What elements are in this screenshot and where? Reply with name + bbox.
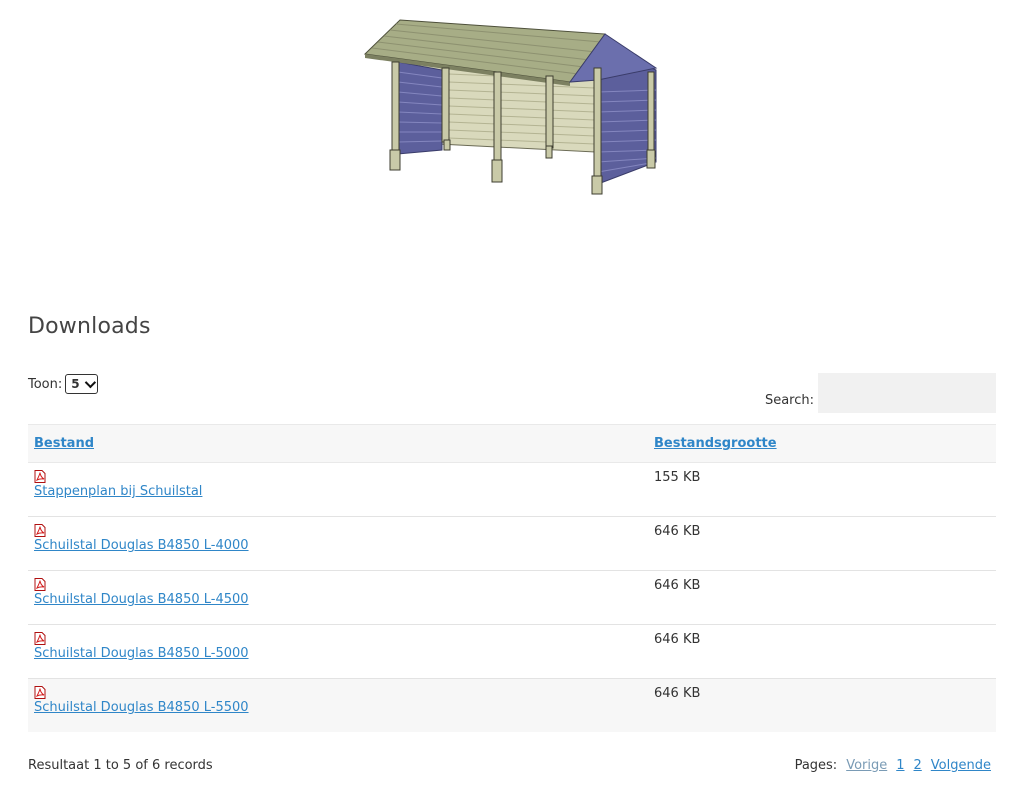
table-row: Schuilstal Douglas B4850 L-4000 646 KB	[28, 516, 996, 571]
file-size: 155 KB	[654, 470, 701, 485]
size-cell: 646 KB	[648, 678, 996, 732]
page-size-value: 5	[71, 377, 80, 391]
pdf-icon[interactable]	[34, 470, 46, 483]
pdf-icon[interactable]	[34, 686, 46, 699]
chevron-down-icon	[84, 376, 96, 389]
file-cell: Schuilstal Douglas B4850 L-4000	[28, 516, 648, 571]
table-row: Stappenplan bij Schuilstal 155 KB	[28, 462, 996, 517]
page-1-link[interactable]: 1	[896, 758, 904, 773]
downloads-table: Bestand Bestandsgrootte Stappenplan bij …	[28, 424, 996, 732]
file-size: 646 KB	[654, 578, 701, 593]
sort-link-bestand[interactable]: Bestand	[34, 436, 94, 451]
file-link[interactable]: Schuilstal Douglas B4850 L-5500	[34, 700, 249, 715]
column-header-bestand[interactable]: Bestand	[28, 424, 648, 463]
file-cell: Stappenplan bij Schuilstal	[28, 462, 648, 517]
search-control: Search:	[765, 373, 996, 413]
sort-link-bestandsgrootte[interactable]: Bestandsgrootte	[654, 436, 777, 451]
file-size: 646 KB	[654, 524, 701, 539]
prev-page-link[interactable]: Vorige	[846, 758, 887, 773]
toon-label: Toon:	[28, 376, 63, 392]
search-label: Search:	[764, 392, 814, 408]
file-link[interactable]: Schuilstal Douglas B4850 L-5000	[34, 646, 249, 661]
size-cell: 155 KB	[648, 462, 996, 517]
file-link[interactable]: Schuilstal Douglas B4850 L-4500	[34, 592, 249, 607]
file-cell: Schuilstal Douglas B4850 L-5000	[28, 624, 648, 679]
next-page-link[interactable]: Volgende	[931, 758, 991, 773]
table-row: Schuilstal Douglas B4850 L-5500 646 KB	[28, 678, 996, 732]
shelter-illustration	[360, 12, 660, 202]
file-size: 646 KB	[654, 632, 701, 647]
size-cell: 646 KB	[648, 516, 996, 571]
table-header-row: Bestand Bestandsgrootte	[28, 424, 996, 463]
page-size-select[interactable]: 5	[65, 374, 98, 394]
pdf-icon[interactable]	[34, 632, 46, 645]
size-cell: 646 KB	[648, 624, 996, 679]
pagination: Pages: Vorige 1 2 Volgende	[795, 758, 991, 773]
section-title: Downloads	[28, 314, 151, 339]
column-header-bestandsgrootte[interactable]: Bestandsgrootte	[648, 424, 996, 463]
pages-label: Pages:	[794, 758, 838, 773]
file-cell: Schuilstal Douglas B4850 L-4500	[28, 570, 648, 625]
table-row: Schuilstal Douglas B4850 L-4500 646 KB	[28, 570, 996, 625]
pdf-icon[interactable]	[34, 524, 46, 537]
page-2-link[interactable]: 2	[914, 758, 922, 773]
toon-control: Toon: 5	[28, 374, 98, 394]
file-size: 646 KB	[654, 686, 701, 701]
file-cell: Schuilstal Douglas B4850 L-5500	[28, 678, 648, 732]
table-row: Schuilstal Douglas B4850 L-5000 646 KB	[28, 624, 996, 679]
search-input[interactable]	[818, 373, 996, 413]
result-summary: Resultaat 1 to 5 of 6 records	[28, 758, 213, 773]
size-cell: 646 KB	[648, 570, 996, 625]
pdf-icon[interactable]	[34, 578, 46, 591]
file-link[interactable]: Schuilstal Douglas B4850 L-4000	[34, 538, 249, 553]
file-link[interactable]: Stappenplan bij Schuilstal	[34, 484, 202, 499]
